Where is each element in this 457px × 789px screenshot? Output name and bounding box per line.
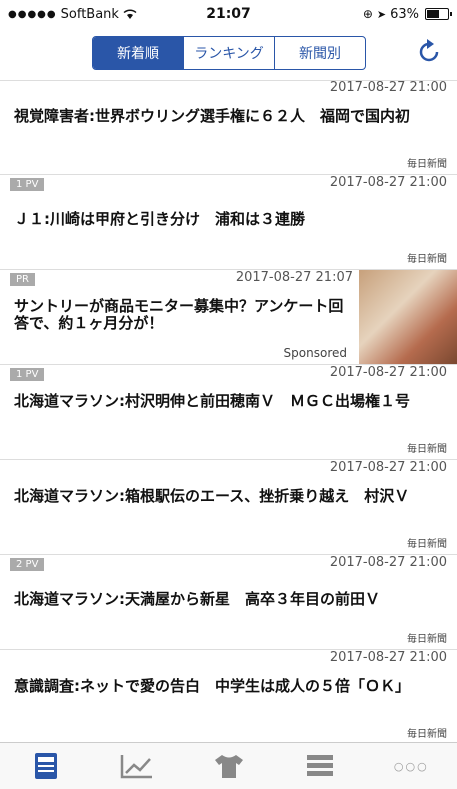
top-toolbar: 新着順 ランキング 新聞別 — [0, 28, 457, 81]
article-source: 毎日新聞 — [407, 159, 447, 170]
tab-by-newspaper[interactable]: 新聞別 — [275, 37, 365, 69]
tab-shirt[interactable] — [183, 743, 274, 789]
article-row[interactable]: 2017-08-27 21:00 北海道マラソン:箱根駅伝のエース、挫折乗り越え… — [0, 460, 457, 555]
article-row[interactable]: 1 PV 2017-08-27 21:00 北海道マラソン:村沢明伸と前田穂南Ｖ … — [0, 365, 457, 460]
article-title: 北海道マラソン:村沢明伸と前田穂南Ｖ ＭＧＣ出場権１号 — [14, 392, 411, 410]
article-title: 意識調査:ネットで愛の告白 中学生は成人の５倍「ＯＫ」 — [14, 677, 411, 695]
shirt-icon — [214, 755, 243, 778]
newspaper-icon — [34, 753, 57, 779]
article-row[interactable]: 2 PV 2017-08-27 21:00 北海道マラソン:天満屋から新星 高卒３… — [0, 555, 457, 650]
article-date: 2017-08-27 21:00 — [329, 175, 447, 190]
tab-newest[interactable]: 新着順 — [93, 37, 184, 69]
article-date: 2017-08-27 21:00 — [329, 460, 447, 475]
article-date: 2017-08-27 21:00 — [329, 650, 447, 665]
pr-badge: PR — [10, 273, 35, 286]
pv-badge: 1 PV — [10, 178, 45, 191]
bottom-tab-bar: ○○○ — [0, 742, 457, 789]
location-icon: ➤ — [376, 7, 387, 21]
article-row[interactable]: 1 PV 2017-08-27 21:00 Ｊ１:川崎は甲府と引き分け 浦和は３連… — [0, 175, 457, 270]
article-title: 北海道マラソン:箱根駅伝のエース、挫折乗り越え 村沢Ｖ — [14, 487, 410, 505]
stack-icon — [306, 755, 333, 776]
wifi-icon — [123, 8, 137, 19]
article-source: 毎日新聞 — [407, 254, 447, 265]
article-row[interactable]: 2017-08-27 21:00 意識調査:ネットで愛の告白 中学生は成人の５倍… — [0, 650, 457, 743]
pv-badge: 1 PV — [10, 368, 45, 381]
article-date: 2017-08-27 21:00 — [329, 80, 447, 95]
battery-icon — [425, 8, 452, 20]
chart-icon — [120, 755, 153, 779]
more-icon: ○○○ — [393, 759, 429, 773]
sort-segmented-control: 新着順 ランキング 新聞別 — [92, 36, 366, 70]
ad-date: 2017-08-27 21:07 — [235, 270, 353, 285]
article-date: 2017-08-27 21:00 — [329, 365, 447, 380]
article-source: 毎日新聞 — [407, 539, 447, 550]
battery-percent: 63% — [390, 6, 419, 22]
sponsored-label: Sponsored — [283, 346, 347, 360]
article-source: 毎日新聞 — [407, 729, 447, 740]
status-bar: ●●●●● SoftBank 21:07 ⊕ ➤ 63% — [0, 0, 457, 28]
refresh-icon[interactable] — [415, 38, 443, 66]
article-list: 2017-08-27 21:00 視覚障害者:世界ボウリング選手権に６２人 福岡… — [0, 80, 457, 743]
ad-thumbnail — [359, 270, 457, 364]
carrier-label: SoftBank — [60, 6, 119, 22]
article-source: 毎日新聞 — [407, 634, 447, 645]
clock-time: 21:07 — [206, 6, 251, 22]
article-source: 毎日新聞 — [407, 444, 447, 455]
article-row[interactable]: 2017-08-27 21:00 視覚障害者:世界ボウリング選手権に６２人 福岡… — [0, 80, 457, 175]
signal-icon: ●●●●● — [8, 8, 57, 20]
tab-more[interactable]: ○○○ — [366, 743, 457, 789]
article-date: 2017-08-27 21:00 — [329, 555, 447, 570]
tab-stack[interactable] — [274, 743, 365, 789]
tab-chart[interactable] — [91, 743, 182, 789]
article-title: 視覚障害者:世界ボウリング選手権に６２人 福岡で国内初 — [14, 107, 411, 125]
tab-ranking[interactable]: ランキング — [184, 37, 275, 69]
article-title: Ｊ１:川崎は甲府と引き分け 浦和は３連勝 — [14, 210, 306, 228]
rotation-lock-icon: ⊕ — [362, 7, 373, 21]
article-title: 北海道マラソン:天満屋から新星 高卒３年目の前田Ｖ — [14, 590, 381, 608]
ad-title: サントリーが商品モニター募集中？アンケート回答で、約１ヶ月分が！ — [14, 297, 344, 332]
sponsored-ad-row[interactable]: PR 2017-08-27 21:07 サントリーが商品モニター募集中？アンケート… — [0, 270, 457, 365]
tab-news[interactable] — [0, 743, 91, 789]
pv-badge: 2 PV — [10, 558, 45, 571]
